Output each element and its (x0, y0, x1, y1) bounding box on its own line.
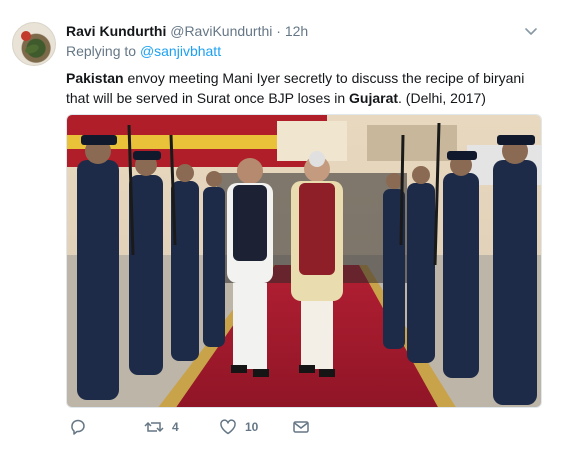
like-button[interactable]: 10 (219, 417, 258, 437)
tweet-text-bold-gujarat: Gujarat (349, 90, 399, 106)
header-separator: · (276, 23, 281, 39)
chevron-down-icon[interactable] (524, 26, 538, 38)
direct-message-button[interactable] (292, 417, 310, 437)
like-count: 10 (245, 420, 259, 434)
tweet-actions: 4 10 (66, 417, 366, 437)
avatar-image-detail (21, 31, 31, 41)
tweet-text-tail: . (Delhi, 2017) (398, 90, 486, 106)
heart-icon (220, 419, 236, 435)
author-handle[interactable]: @RaviKundurthi (170, 23, 272, 39)
photo-scene (67, 115, 541, 407)
retweet-button[interactable]: 4 (144, 417, 179, 437)
tweet-text: Pakistan envoy meeting Mani Iyer secretl… (66, 68, 546, 108)
replying-to: Replying to @sanjivbhatt (66, 43, 221, 59)
tweet-photo[interactable] (66, 114, 542, 408)
replying-to-label: Replying to (66, 43, 137, 59)
envelope-icon (293, 421, 309, 433)
tweet-header: Ravi Kundurthi @RaviKundurthi · 12h (66, 22, 308, 40)
replying-to-handle-link[interactable]: @sanjivbhatt (140, 43, 221, 59)
avatar-image-leaf (24, 42, 40, 56)
tweet-timestamp[interactable]: 12h (285, 23, 308, 39)
reply-icon (71, 419, 85, 435)
retweet-count: 4 (172, 420, 179, 434)
tweet[interactable]: Ravi Kundurthi @RaviKundurthi · 12h Repl… (0, 0, 585, 460)
tweet-text-bold-pakistan: Pakistan (66, 70, 124, 86)
author-avatar[interactable] (12, 22, 56, 66)
author-name[interactable]: Ravi Kundurthi (66, 23, 166, 39)
reply-button[interactable] (69, 417, 87, 437)
retweet-icon (144, 421, 164, 433)
